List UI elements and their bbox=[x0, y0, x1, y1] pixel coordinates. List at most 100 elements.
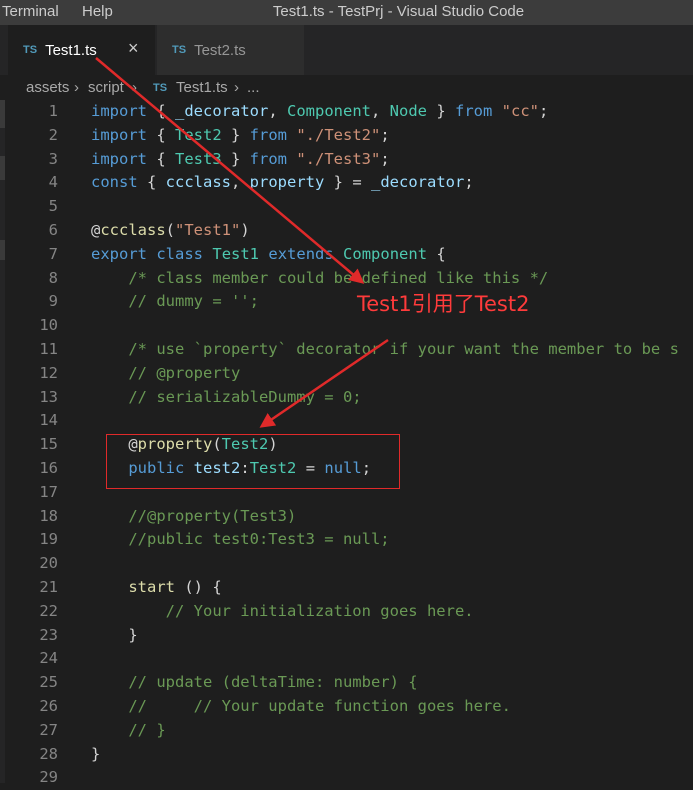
line-number: 14 bbox=[39, 411, 58, 430]
code-line[interactable]: 4 const { ccclass, property } = _decorato… bbox=[0, 171, 693, 195]
code-line[interactable]: 29 bbox=[0, 766, 693, 790]
code-line[interactable]: 10 bbox=[0, 314, 693, 338]
code-text: // @property bbox=[91, 364, 240, 382]
line-number: 12 bbox=[39, 363, 58, 382]
line-number: 13 bbox=[39, 387, 58, 406]
tab-test2[interactable]: TS Test2.ts bbox=[157, 25, 304, 75]
breadcrumb-assets[interactable]: assets bbox=[26, 79, 69, 96]
line-number: 17 bbox=[39, 482, 58, 501]
close-icon[interactable]: × bbox=[128, 38, 139, 59]
code-line[interactable]: 5 bbox=[0, 195, 693, 219]
code-token: // dummy = ''; bbox=[128, 292, 259, 311]
code-line[interactable]: 27 // } bbox=[0, 719, 693, 743]
code-line[interactable]: 22 // Your initialization goes here. bbox=[0, 600, 693, 624]
code-line[interactable]: 14 bbox=[0, 409, 693, 433]
code-token: from bbox=[249, 125, 287, 144]
line-number: 15 bbox=[39, 435, 58, 454]
code-line[interactable]: 9 // dummy = ''; bbox=[0, 290, 693, 314]
code-token: ccclass bbox=[100, 221, 166, 239]
breadcrumb-symbols[interactable]: ... bbox=[247, 79, 260, 96]
code-token: "./Test3" bbox=[296, 149, 381, 168]
code-line[interactable]: 18 //@property(Test3) bbox=[0, 505, 693, 529]
line-number: 26 bbox=[39, 697, 58, 715]
code-text: // dummy = ''; bbox=[91, 292, 259, 310]
highlight-box bbox=[106, 434, 400, 489]
code-text: /* class member could be defined like th… bbox=[91, 269, 548, 287]
code-line[interactable]: 19 //public test0:Test3 = null; bbox=[0, 528, 693, 552]
code-line[interactable]: 11 /* use `property` decorator if your w… bbox=[0, 338, 693, 362]
line-number: 4 bbox=[48, 173, 58, 192]
chevron-right-icon: › bbox=[132, 79, 137, 96]
code-token: from bbox=[249, 149, 287, 168]
code-line[interactable]: 28} bbox=[0, 743, 693, 767]
code-text: //@property(Test3) bbox=[91, 507, 296, 525]
code-token: ccclass bbox=[165, 173, 231, 192]
code-token: ; bbox=[380, 125, 390, 144]
code-line[interactable]: 12 // @property bbox=[0, 362, 693, 386]
code-token: ; bbox=[539, 102, 549, 120]
code-token: Component bbox=[343, 244, 428, 263]
line-number: 2 bbox=[48, 125, 58, 144]
code-line[interactable]: 6 @ccclass("Test1") bbox=[0, 219, 693, 243]
code-token: Node bbox=[389, 102, 427, 120]
line-number: 19 bbox=[39, 530, 58, 549]
code-line[interactable]: 21 start () { bbox=[0, 576, 693, 600]
tab-label: Test2.ts bbox=[194, 42, 246, 59]
code-line[interactable]: 1 import { _decorator, Component, Node } … bbox=[0, 100, 693, 124]
annotation-label: Test1引用了Test2 bbox=[357, 292, 530, 316]
line-number: 7 bbox=[48, 244, 58, 263]
code-line[interactable]: 8 /* class member could be defined like … bbox=[0, 267, 693, 291]
breadcrumb-script[interactable]: script bbox=[88, 79, 124, 96]
code-token: () { bbox=[175, 578, 222, 596]
code-token: //public test0:Test3 = null; bbox=[128, 530, 390, 549]
code-line[interactable]: 26 // // Your update function goes here. bbox=[0, 695, 693, 719]
code-token: import bbox=[91, 102, 147, 120]
code-token: { bbox=[147, 125, 175, 144]
line-number: 29 bbox=[39, 768, 58, 787]
code-token: /* use `property` decorator if your want… bbox=[128, 340, 679, 358]
typescript-icon: TS bbox=[153, 82, 168, 94]
code-token: Component bbox=[287, 102, 371, 120]
code-line[interactable]: 2 import { Test2 } from "./Test2"; bbox=[0, 124, 693, 148]
code-line[interactable]: 20 bbox=[0, 552, 693, 576]
code-line[interactable]: 3 import { Test3 } from "./Test3"; bbox=[0, 148, 693, 172]
code-token: // serializableDummy = 0; bbox=[128, 387, 362, 406]
line-number: 5 bbox=[48, 197, 58, 216]
chevron-right-icon: › bbox=[74, 79, 79, 96]
code-line[interactable]: 23 } bbox=[0, 624, 693, 648]
line-number: 25 bbox=[39, 673, 58, 692]
code-line[interactable]: 13 // serializableDummy = 0; bbox=[0, 386, 693, 410]
code-text: start () { bbox=[91, 578, 222, 596]
code-line[interactable]: 7 export class Test1 extends Component { bbox=[0, 243, 693, 267]
code-token: Test3 bbox=[175, 149, 222, 168]
code-token: ) bbox=[240, 221, 250, 239]
code-token: { bbox=[147, 102, 175, 120]
line-number: 18 bbox=[39, 506, 58, 525]
line-number: 23 bbox=[39, 625, 58, 644]
chevron-right-icon: › bbox=[234, 79, 239, 96]
code-line[interactable]: 24 bbox=[0, 647, 693, 671]
code-token: property bbox=[249, 173, 325, 192]
code-token: from bbox=[455, 102, 493, 120]
code-text: // serializableDummy = 0; bbox=[91, 387, 362, 406]
tab-bar: TS Test1.ts × TS Test2.ts bbox=[0, 25, 693, 75]
tab-test1[interactable]: TS Test1.ts × bbox=[8, 25, 155, 75]
code-line[interactable]: 25 // update (deltaTime: number) { bbox=[0, 671, 693, 695]
code-token: @ bbox=[91, 221, 101, 239]
line-number: 20 bbox=[39, 554, 58, 573]
code-token: } = bbox=[324, 173, 371, 192]
code-token: { bbox=[147, 149, 175, 168]
code-token: } bbox=[91, 625, 138, 644]
code-text: export class Test1 extends Component { bbox=[91, 245, 446, 263]
title-bar: Terminal Help Test1.ts - TestPrj - Visua… bbox=[0, 0, 693, 25]
code-token: { bbox=[137, 173, 166, 192]
code-token: export bbox=[91, 244, 147, 263]
line-number: 6 bbox=[48, 221, 58, 239]
tab-label: Test1.ts bbox=[45, 42, 97, 59]
breadcrumb-file[interactable]: Test1.ts bbox=[176, 79, 228, 96]
code-token: ; bbox=[464, 173, 474, 192]
